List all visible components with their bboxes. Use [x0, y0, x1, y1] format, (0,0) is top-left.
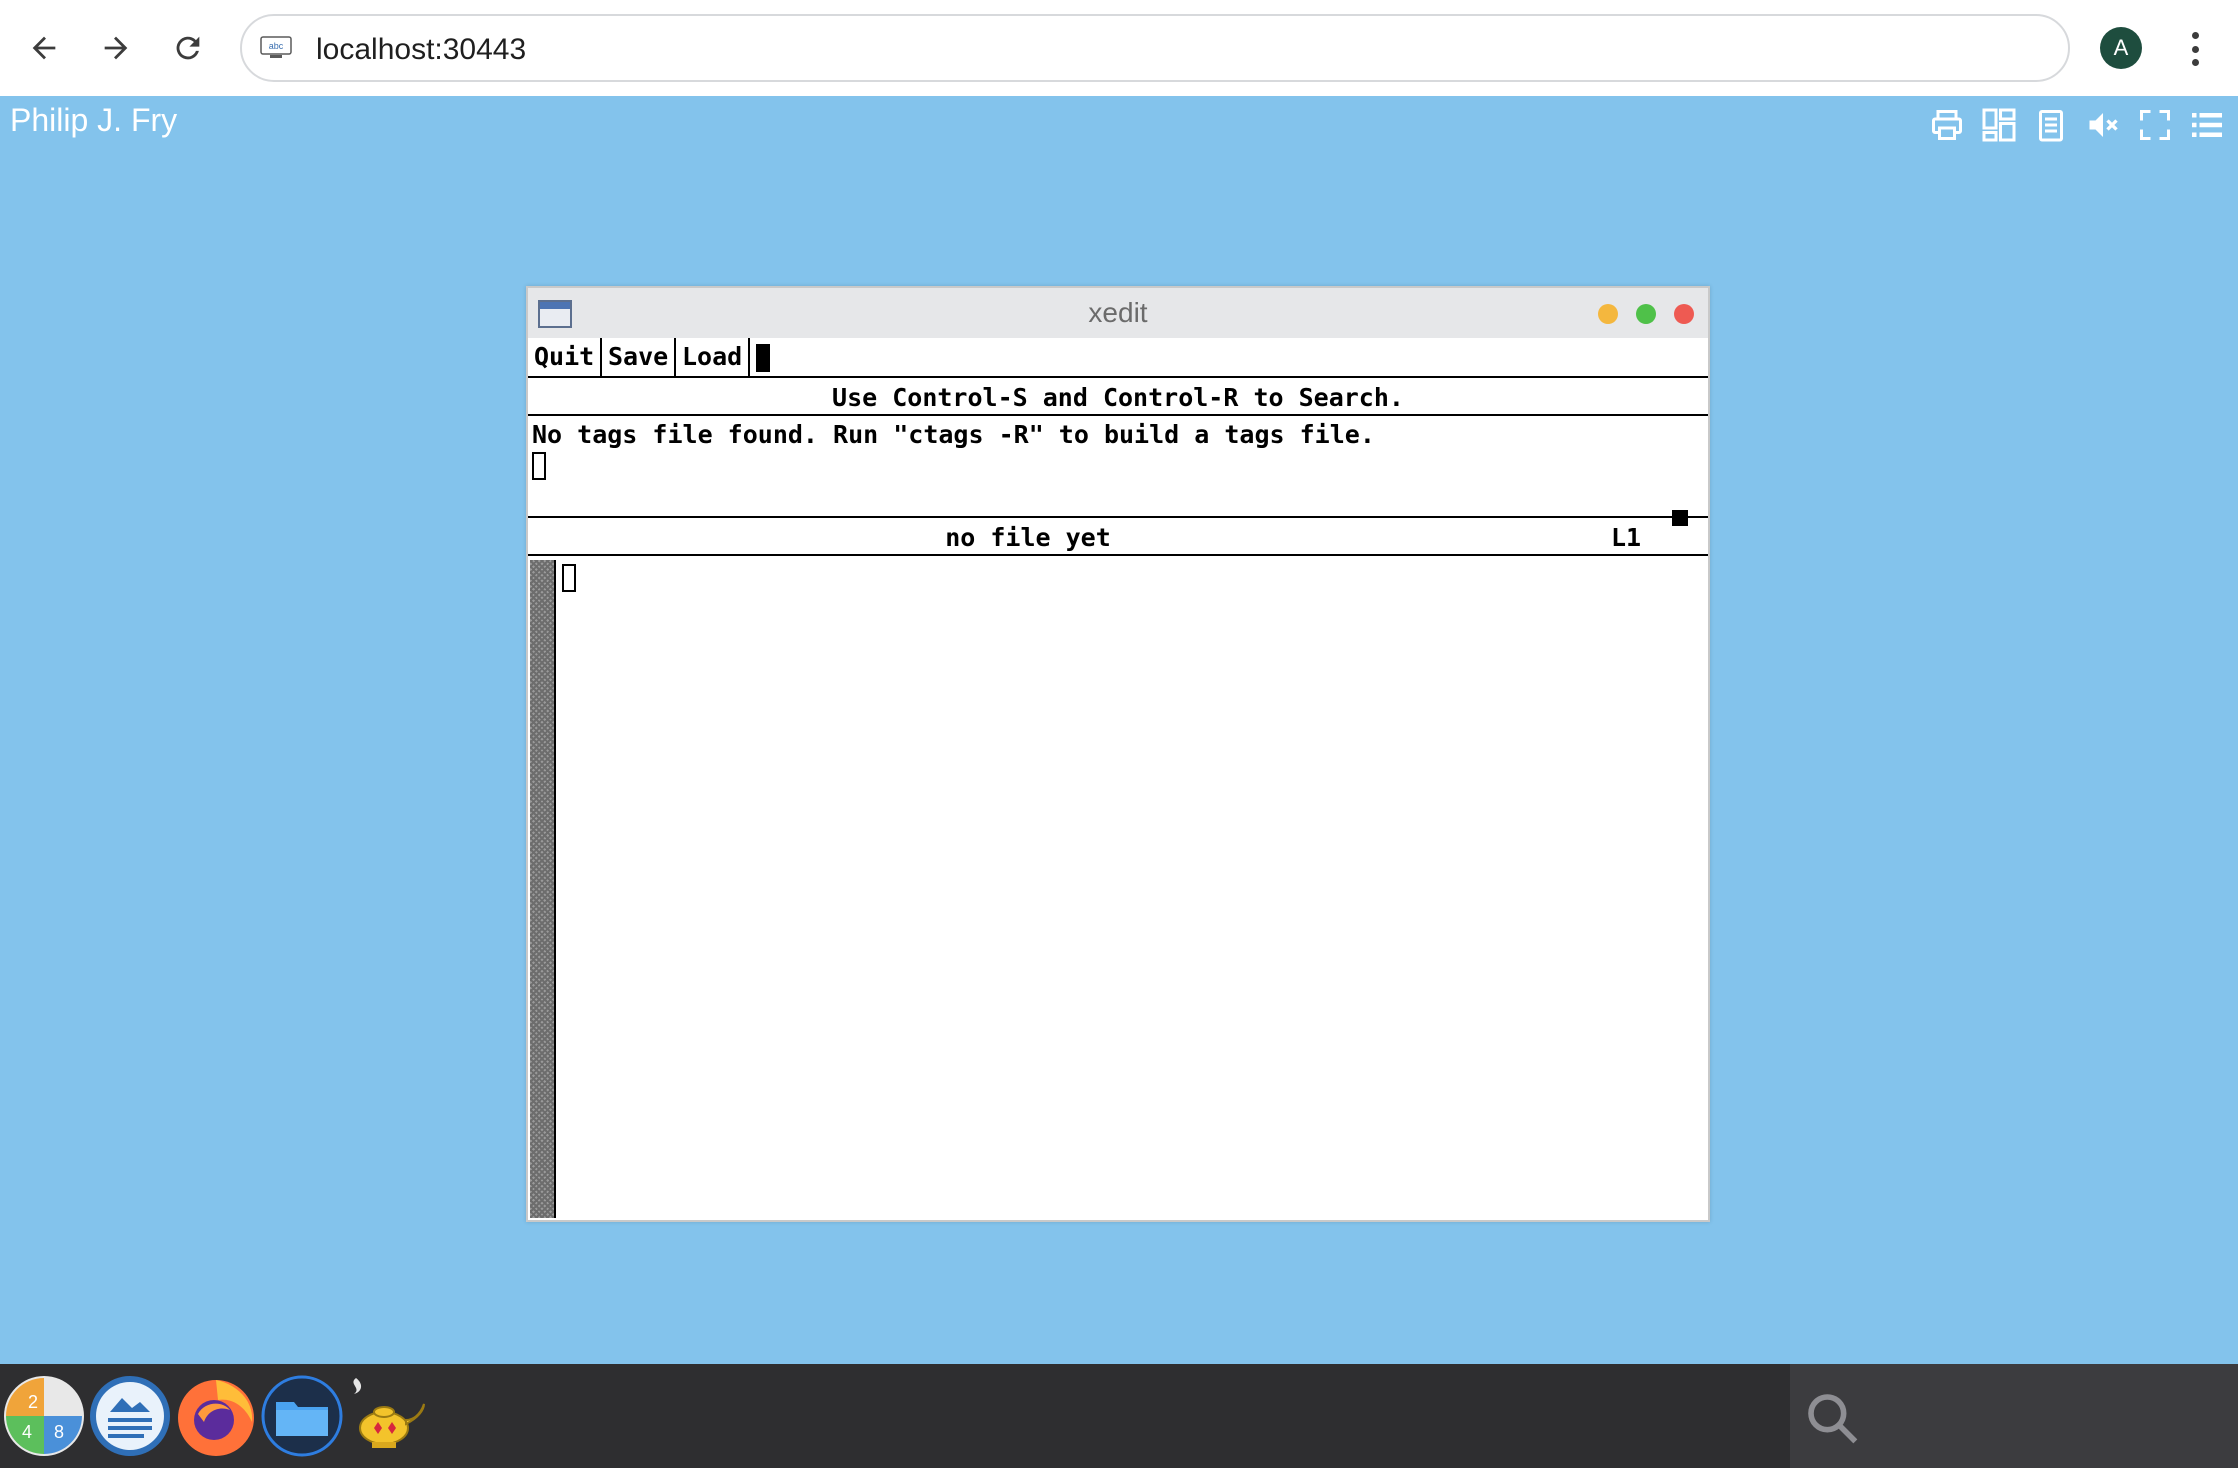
vertical-scrollbar[interactable] — [530, 560, 556, 1218]
system-tray — [1926, 104, 2228, 146]
text-edit-area[interactable] — [528, 558, 1708, 1220]
close-button[interactable] — [1674, 304, 1694, 324]
printer-icon[interactable] — [1926, 104, 1968, 146]
message-area[interactable]: No tags file found. Run "ctags -R" to bu… — [528, 418, 1708, 518]
filename-input-cursor[interactable] — [756, 344, 770, 372]
mute-icon[interactable] — [2082, 104, 2124, 146]
svg-text:4: 4 — [22, 1422, 32, 1442]
firefox-icon[interactable] — [174, 1374, 258, 1458]
command-bar: Quit Save Load — [528, 338, 1708, 378]
save-button[interactable]: Save — [602, 338, 674, 376]
browser-menu-button[interactable] — [2180, 26, 2210, 72]
file-manager-icon[interactable] — [260, 1374, 344, 1458]
url-text: localhost:30443 — [316, 33, 527, 66]
load-button[interactable]: Load — [676, 338, 748, 376]
minimize-button[interactable] — [1598, 304, 1618, 324]
xedit-window: xedit Quit Save Load Use Control-S and C… — [526, 286, 1710, 1222]
reload-button[interactable] — [160, 20, 216, 76]
text-cursor — [562, 564, 576, 592]
fullscreen-icon[interactable] — [2134, 104, 2176, 146]
dot-icon — [2191, 32, 2199, 39]
text-editor-app-icon[interactable] — [88, 1374, 172, 1458]
message-text: No tags file found. Run "ctags -R" to bu… — [532, 420, 1375, 449]
window-title: xedit — [1088, 297, 1148, 328]
window-titlebar[interactable]: xedit — [528, 288, 1708, 338]
numbers-app-icon[interactable]: 2 4 8 — [2, 1374, 86, 1458]
clipboard-icon[interactable] — [2030, 104, 2072, 146]
svg-text:8: 8 — [54, 1422, 64, 1442]
site-info-icon[interactable]: abc — [260, 36, 292, 60]
message-cursor — [532, 452, 546, 480]
status-line-number: L1 — [1611, 523, 1642, 552]
quit-button[interactable]: Quit — [528, 338, 600, 376]
status-filename: no file yet — [945, 523, 1111, 552]
genie-lamp-icon[interactable] — [344, 1374, 428, 1458]
back-button[interactable] — [16, 20, 72, 76]
browser-toolbar: abc localhost:30443 A — [0, 0, 2238, 96]
desktop: Philip J. Fry xedit Quit Save Load Use C… — [0, 96, 2238, 1364]
user-name: Philip J. Fry — [10, 102, 178, 138]
forward-button[interactable] — [88, 20, 144, 76]
taskbar: 2 4 8 — [0, 1364, 2238, 1468]
search-icon — [1808, 1394, 1858, 1444]
profile-avatar[interactable]: A — [2100, 27, 2142, 69]
maximize-button[interactable] — [1636, 304, 1656, 324]
button-separator — [748, 338, 750, 376]
arrow-left-icon — [32, 36, 56, 60]
status-line: no file yet L1 — [528, 520, 1708, 556]
menu-list-icon[interactable] — [2186, 104, 2228, 146]
reload-icon — [176, 36, 200, 60]
layout-icon[interactable] — [1978, 104, 2020, 146]
search-panel[interactable] — [1790, 1364, 2238, 1468]
dot-icon — [2191, 45, 2199, 53]
address-bar[interactable]: abc localhost:30443 — [240, 14, 2070, 82]
dot-icon — [2191, 59, 2199, 66]
arrow-right-icon — [104, 36, 128, 60]
svg-text:2: 2 — [28, 1392, 38, 1412]
info-line: Use Control-S and Control-R to Search. — [528, 380, 1708, 416]
svg-text:abc: abc — [269, 41, 284, 51]
